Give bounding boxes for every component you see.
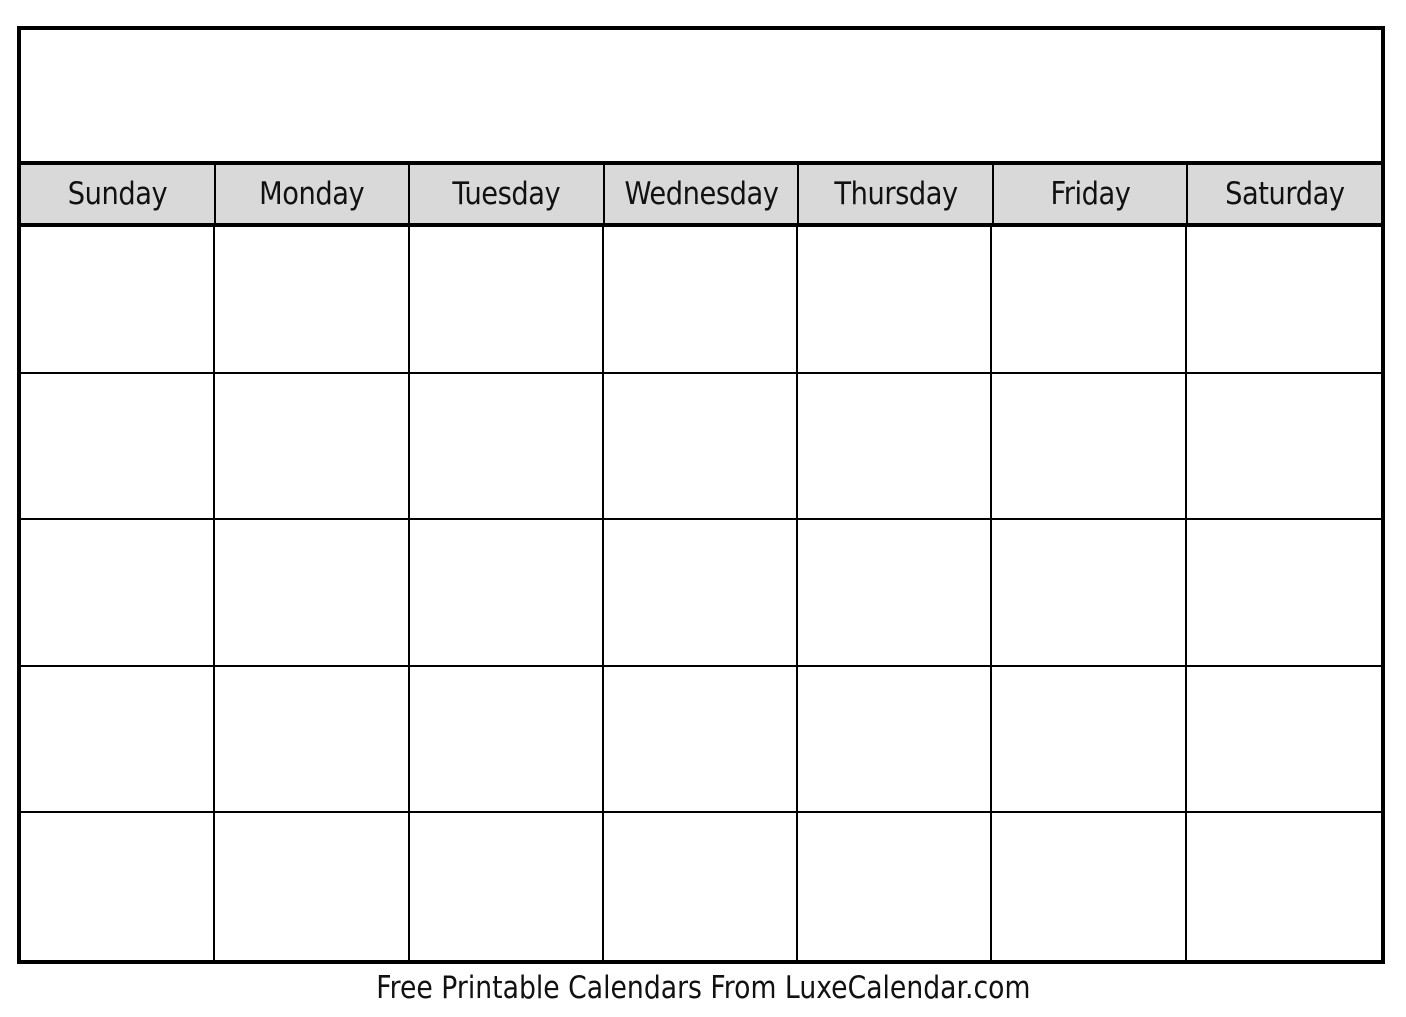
day-cell [215, 813, 410, 960]
day-cell [1187, 813, 1381, 960]
day-cell [410, 813, 604, 960]
day-cell [603, 227, 799, 374]
day-cell [798, 520, 993, 667]
weekday-label: Monday [259, 176, 365, 212]
footer-text: Free Printable Calendars From LuxeCalend… [375, 970, 1031, 1006]
day-cell [409, 520, 604, 667]
day-cell [215, 666, 410, 814]
day-cell [215, 227, 410, 374]
day-cell [21, 227, 216, 374]
weekday-header-sunday: Sunday [21, 165, 216, 223]
day-cell [992, 520, 1187, 667]
day-cell [603, 666, 799, 814]
footer-credit: Free Printable Calendars From LuxeCalend… [0, 966, 1406, 1010]
day-cell [1186, 374, 1381, 521]
day-cell [1186, 227, 1381, 374]
weekday-label: Tuesday [452, 176, 561, 212]
weekday-header-thursday: Thursday [799, 165, 994, 223]
day-grid [21, 227, 1381, 960]
weekday-header-tuesday: Tuesday [410, 165, 605, 223]
weekday-header-wednesday: Wednesday [605, 165, 800, 223]
blank-calendar: Sunday Monday Tuesday Wednesday Thursday… [17, 26, 1385, 964]
day-cell [1186, 520, 1381, 667]
day-cell [21, 373, 216, 521]
day-cell [798, 813, 993, 960]
day-cell [992, 227, 1187, 374]
day-cell [798, 373, 993, 521]
day-cell [603, 520, 799, 667]
day-cell [603, 373, 799, 521]
weekday-label: Friday [1050, 176, 1131, 212]
weekday-header-monday: Monday [216, 165, 411, 223]
day-cell [409, 227, 604, 374]
day-cell [798, 227, 993, 374]
day-cell [992, 373, 1187, 521]
day-cell [992, 813, 1187, 960]
day-cell [798, 666, 993, 814]
month-title-area [21, 30, 1381, 165]
day-cell [21, 666, 216, 814]
weekday-header-friday: Friday [994, 165, 1189, 223]
day-cell [992, 666, 1187, 814]
weekday-header-saturday: Saturday [1188, 165, 1381, 223]
day-cell [1186, 667, 1381, 814]
day-cell [409, 373, 604, 521]
day-cell [215, 373, 410, 521]
day-cell [409, 666, 604, 814]
weekday-label: Sunday [67, 176, 168, 212]
day-cell [21, 520, 216, 667]
day-cell [21, 813, 216, 960]
day-cell [215, 520, 410, 667]
weekday-label: Wednesday [624, 176, 779, 212]
weekday-header-row: Sunday Monday Tuesday Wednesday Thursday… [21, 165, 1381, 227]
weekday-label: Thursday [833, 176, 958, 212]
weekday-label: Saturday [1225, 176, 1345, 212]
day-cell [604, 813, 799, 960]
